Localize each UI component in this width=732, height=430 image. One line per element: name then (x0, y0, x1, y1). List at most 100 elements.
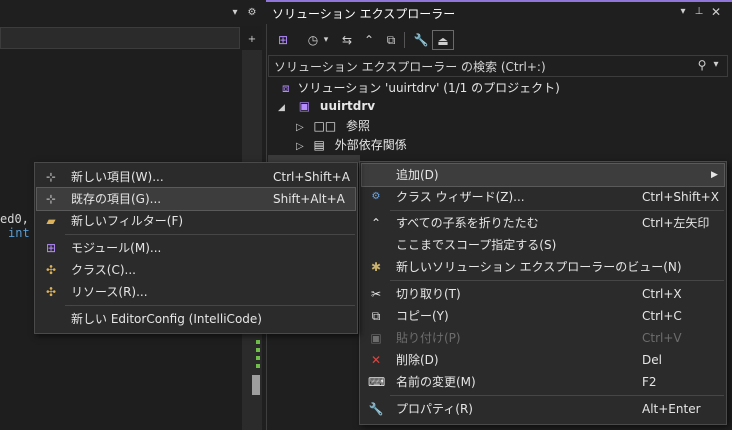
menu-item-label: 貼り付け(P) (396, 331, 461, 345)
search-placeholder: ソリューション エクスプローラー の検索 (Ctrl+:) (274, 60, 546, 74)
collapsed-arrow-icon: ▷ (296, 122, 304, 133)
show-all-files-icon[interactable]: ⧉ (380, 30, 402, 50)
copy-icon: ⧉ (371, 309, 381, 323)
paste-icon: ▣ (370, 331, 382, 345)
split-button-icon[interactable]: + (242, 30, 262, 50)
rename-icon: ⌨ (368, 375, 386, 389)
module-icon: ⊞ (45, 241, 57, 255)
properties-wrench-icon[interactable]: 🔧 (410, 30, 432, 50)
collapse-icon: ⌃ (370, 216, 382, 230)
menu-item-shortcut: Ctrl+V (642, 331, 682, 345)
menu-item-label: モジュール(M)... (71, 241, 162, 255)
expanded-arrow-icon: ◢ (278, 103, 285, 113)
menu-item-new-item[interactable]: ⊹ 新しい項目(W)... Ctrl+Shift+A (37, 166, 355, 188)
search-options-icon[interactable]: ▾ (710, 56, 722, 74)
menu-item-label: クラス(C)... (71, 263, 136, 277)
menu-item-class[interactable]: ✣ クラス(C)... (37, 259, 355, 281)
existing-item-icon: ⊹ (45, 192, 57, 206)
menu-item-label: クラス ウィザード(Z)... (396, 190, 525, 204)
change-marker (256, 348, 260, 352)
menu-item-label: 新しい項目(W)... (71, 170, 164, 184)
gear-icon[interactable]: ⚙ (244, 3, 260, 23)
solution-icon: ⧈ (282, 81, 290, 95)
pin-icon[interactable]: ⊥ (692, 4, 706, 20)
new-filter-icon: ▰ (46, 214, 56, 228)
menu-item-label: プロパティ(R) (396, 402, 473, 416)
new-item-icon: ⊹ (45, 170, 57, 184)
menu-item-shortcut: Ctrl+Shift+X (642, 190, 719, 204)
menu-item-paste[interactable]: ▣ 貼り付け(P) Ctrl+V (362, 327, 724, 349)
menu-item-shortcut: Shift+Alt+A (273, 192, 345, 206)
menu-item-existing-item[interactable]: ⊹ 既存の項目(G)... Shift+Alt+A (36, 187, 356, 211)
menu-item-shortcut: Alt+Enter (642, 402, 701, 416)
menu-item-label: 新しいソリューション エクスプローラーのビュー(N) (396, 260, 682, 274)
change-marker (256, 340, 260, 344)
window-menu-icon[interactable]: ▾ (676, 4, 690, 20)
preview-selected-items-icon[interactable]: ⏏ (432, 30, 454, 50)
collapse-all-icon[interactable]: ⌃ (358, 30, 380, 50)
class-wizard-icon: ⚙ (371, 191, 381, 202)
menu-item-shortcut: F2 (642, 375, 657, 389)
submenu-arrow-icon: ▶ (711, 170, 718, 180)
menu-item-delete[interactable]: ✕ 削除(D) Del (362, 349, 724, 371)
collapsed-arrow-icon: ▷ (296, 141, 304, 152)
menu-item-module[interactable]: ⊞ モジュール(M)... (37, 237, 355, 259)
menu-item-add[interactable]: 追加(D) ▶ (361, 163, 725, 187)
close-icon[interactable]: ✕ (708, 4, 724, 20)
scissors-icon: ✂ (370, 287, 382, 301)
menu-item-rename[interactable]: ⌨ 名前の変更(M) F2 (362, 371, 724, 393)
menu-item-scope-to-this[interactable]: ここまでスコープ指定する(S) (362, 234, 724, 256)
menu-item-label: 削除(D) (396, 353, 439, 367)
menu-item-shortcut: Ctrl+左矢印 (642, 216, 710, 230)
tree-item-project[interactable]: ◢ ▣ uuirtdrv (278, 97, 375, 115)
menu-item-label: 名前の変更(M) (396, 375, 476, 389)
tree-item-external-deps[interactable]: ▷ ▤ 外部依存関係 (296, 136, 407, 154)
project-icon: ▣ (298, 99, 311, 113)
menu-item-properties[interactable]: 🔧 プロパティ(R) Alt+Enter (362, 398, 724, 420)
menu-item-label: 新しい EditorConfig (IntelliCode) (71, 312, 262, 326)
menu-item-shortcut: Del (642, 353, 662, 367)
menu-item-copy[interactable]: ⧉ コピー(Y) Ctrl+C (362, 305, 724, 327)
tree-item-references[interactable]: ▷ □□ 参照 (296, 117, 370, 135)
new-view-icon: ✱ (370, 260, 382, 274)
delete-icon: ✕ (370, 353, 382, 367)
add-submenu: ⊹ 新しい項目(W)... Ctrl+Shift+A ⊹ 既存の項目(G)...… (34, 162, 358, 334)
tree-item-solution[interactable]: ⧈ ソリューション 'uuirtdrv' (1/1 のプロジェクト) (282, 79, 560, 97)
external-deps-icon: ▤ (313, 138, 325, 152)
menu-item-resource[interactable]: ✣ リソース(R)... (37, 281, 355, 303)
menu-item-new-editorconfig[interactable]: 新しい EditorConfig (IntelliCode) (37, 308, 355, 330)
menu-item-new-filter[interactable]: ▰ 新しいフィルター(F) (37, 210, 355, 232)
menu-separator (65, 305, 355, 306)
menu-item-label: 新しいフィルター(F) (71, 214, 184, 228)
toolbar-separator (404, 32, 405, 48)
menu-item-class-wizard[interactable]: ⚙ クラス ウィザード(Z)... Ctrl+Shift+X (362, 186, 724, 208)
tab-dropdown-icon[interactable]: ▾ (228, 3, 242, 23)
filter-dropdown-icon[interactable]: ▾ (320, 30, 332, 50)
search-icon[interactable]: ⚲ (694, 56, 710, 74)
menu-item-label: コピー(Y) (396, 309, 449, 323)
menu-separator (65, 234, 355, 235)
menu-item-shortcut: Ctrl+Shift+A (273, 170, 350, 184)
menu-item-shortcut: Ctrl+C (642, 309, 682, 323)
references-icon: □□ (313, 119, 337, 133)
sync-with-document-icon[interactable]: ⇆ (336, 30, 358, 50)
switch-views-icon[interactable]: ⊞ (272, 30, 294, 50)
menu-item-collapse-all[interactable]: ⌃ すべての子系を折りたたむ Ctrl+左矢印 (362, 212, 724, 234)
menu-item-shortcut: Ctrl+X (642, 287, 682, 301)
menu-separator (390, 280, 724, 281)
scrollbar-thumb[interactable] (252, 375, 260, 395)
menu-item-label: 既存の項目(G)... (71, 192, 162, 206)
menu-item-label: ここまでスコープ指定する(S) (396, 238, 557, 252)
menu-item-label: リソース(R)... (71, 285, 148, 299)
panel-title: ソリューション エクスプローラー (272, 7, 456, 21)
menu-item-new-view[interactable]: ✱ 新しいソリューション エクスプローラーのビュー(N) (362, 256, 724, 278)
change-marker (256, 364, 260, 368)
editor-member-dropdown[interactable] (0, 27, 240, 49)
menu-item-label: すべての子系を折りたたむ (396, 216, 539, 230)
solution-context-menu: 追加(D) ▶ ⚙ クラス ウィザード(Z)... Ctrl+Shift+X ⌃… (359, 161, 727, 425)
resource-icon: ✣ (45, 285, 57, 299)
change-marker (256, 356, 260, 360)
menu-separator (390, 395, 724, 396)
editor-tab-bar (0, 0, 262, 26)
menu-item-cut[interactable]: ✂ 切り取り(T) Ctrl+X (362, 283, 724, 305)
